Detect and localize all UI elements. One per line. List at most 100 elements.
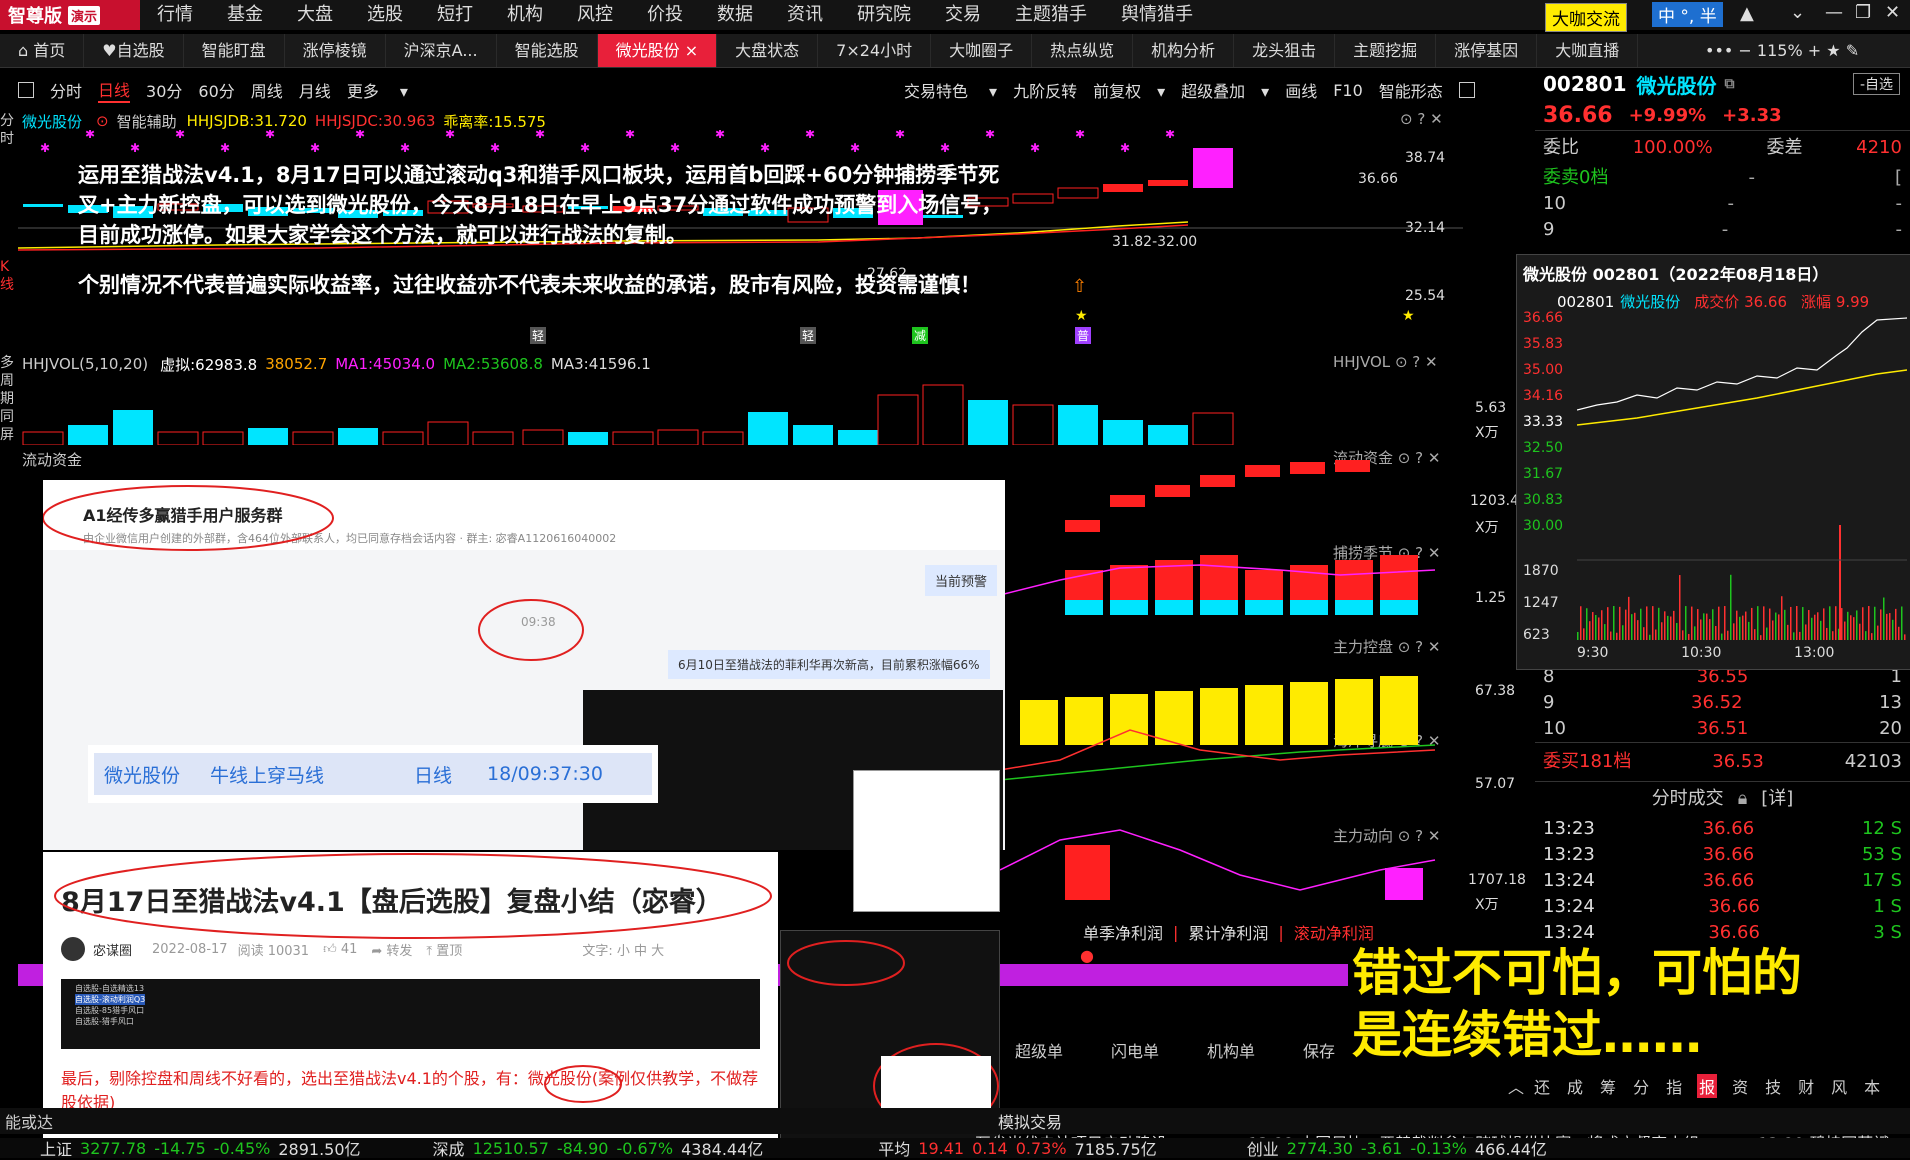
right-tab-1[interactable]: 成 — [1565, 1074, 1585, 1098]
tab-expert-live[interactable]: 大咖直播 — [1537, 34, 1639, 67]
close-panel-icon[interactable]: ✕ — [1425, 353, 1438, 371]
lock-icon[interactable]: 🔒︎ — [1738, 786, 1748, 812]
current-alert-button[interactable]: 当前预警 — [925, 565, 998, 596]
adjust-dropdown[interactable]: 前复权 ▾ — [1093, 78, 1165, 102]
ime-indicator[interactable]: 中 °, 半 — [1652, 2, 1723, 27]
right-tab-10[interactable]: 本 — [1862, 1074, 1882, 1098]
strip-zhou[interactable]: 周 — [0, 372, 14, 390]
menu-item-research[interactable]: 研究院 — [840, 0, 928, 30]
lock-icon[interactable]: ⧉ — [1725, 76, 1735, 92]
more-icon[interactable]: ••• — [1705, 41, 1733, 60]
popup-chart[interactable] — [1577, 310, 1907, 650]
menu-item-risk[interactable]: 风控 — [560, 0, 630, 30]
tab-hs-a[interactable]: 沪深京A... — [386, 34, 497, 67]
right-tab-8[interactable]: 财 — [1796, 1074, 1816, 1098]
pin-icon[interactable]: ✎ — [1846, 41, 1859, 60]
sub-panels-chart[interactable] — [1000, 450, 1440, 930]
panel-toggle-icon[interactable] — [1458, 82, 1475, 98]
expert-exchange-button[interactable]: 大咖交流 — [1545, 3, 1627, 32]
trade-feature-dropdown[interactable]: 交易特色 ▾ — [904, 78, 997, 102]
chevron-down-icon[interactable]: ⌄ — [1790, 2, 1805, 23]
strip-duo[interactable]: 多 — [0, 354, 14, 372]
strip-k[interactable]: K — [0, 258, 14, 276]
menu-item-fund[interactable]: 基金 — [210, 0, 280, 30]
tab-smart-select[interactable]: 智能选股 — [497, 34, 598, 67]
tab-quarter-profit[interactable]: 单季净利润 — [1083, 920, 1163, 944]
menu-item-market[interactable]: 大盘 — [280, 0, 350, 30]
volume-chart[interactable] — [18, 370, 1438, 445]
sh-label[interactable]: 上证 — [40, 1136, 72, 1160]
draw-line-button[interactable]: 画线 — [1285, 78, 1317, 102]
strip-ping[interactable]: 屏 — [0, 426, 14, 444]
tab-institution-order[interactable]: 机构单 — [1207, 1038, 1255, 1062]
tab-weiguang[interactable]: 微光股份 × — [597, 34, 718, 67]
tab-limit-up-prism[interactable]: 涨停棱镜 — [285, 34, 386, 67]
tab-flash-order[interactable]: 闪电单 — [1111, 1038, 1159, 1062]
alert-row[interactable]: 微光股份 牛线上穿马线 日线 18/09:37:30 — [94, 753, 652, 795]
sz-label[interactable]: 深成 — [433, 1136, 465, 1160]
menu-item-trade[interactable]: 交易 — [928, 0, 998, 30]
period-30min[interactable]: 30分 — [146, 78, 182, 102]
strip-fen[interactable]: 分 — [0, 112, 14, 130]
layout-icon[interactable] — [18, 82, 34, 98]
star-icon[interactable]: ★ — [1826, 41, 1840, 60]
menu-item-data[interactable]: 数据 — [700, 0, 770, 30]
period-monthly[interactable]: 月线 — [299, 78, 331, 102]
help-icon[interactable]: ? — [1412, 353, 1420, 371]
right-tab-9[interactable]: 风 — [1829, 1074, 1849, 1098]
strip-shi[interactable]: 时 — [0, 130, 14, 148]
tab-close-icon[interactable]: × — [685, 41, 698, 60]
menu-item-select[interactable]: 选股 — [350, 0, 420, 30]
tab-7x24[interactable]: 7×24小时 — [818, 34, 932, 67]
tick-detail-link[interactable]: [详] — [1761, 786, 1793, 812]
menu-item-institution[interactable]: 机构 — [490, 0, 560, 30]
help-icon[interactable]: ? — [1417, 110, 1425, 128]
period-more[interactable]: 更多 ▾ — [347, 78, 408, 102]
minimize-icon[interactable]: — — [1825, 2, 1843, 23]
tab-rolling-profit[interactable]: 滚动净利润 — [1294, 920, 1374, 944]
smart-pattern-button[interactable]: 智能形态 — [1379, 78, 1443, 102]
tab-institution-analysis[interactable]: 机构分析 — [1133, 34, 1235, 67]
menu-item-value[interactable]: 价投 — [630, 0, 700, 30]
tab-watchlist[interactable]: ♥自选股 — [84, 34, 184, 67]
strip-tong[interactable]: 同 — [0, 408, 14, 426]
cy-label[interactable]: 创业 — [1247, 1136, 1279, 1160]
avg-label[interactable]: 平均 — [878, 1136, 910, 1160]
tab-limit-gene[interactable]: 涨停基因 — [1436, 34, 1538, 67]
period-weekly[interactable]: 周线 — [251, 78, 283, 102]
menu-item-theme-hunter[interactable]: 主题猎手 — [998, 0, 1104, 30]
strip-xian[interactable]: 线 — [0, 276, 14, 294]
tab-market-state[interactable]: 大盘状态 — [717, 34, 819, 67]
tab-expert-circle[interactable]: 大咖圈子 — [931, 34, 1033, 67]
overlay-dropdown[interactable]: 超级叠加 ▾ — [1181, 78, 1269, 102]
settings-icon[interactable]: ⊙ — [1400, 110, 1413, 128]
nine-reversal-button[interactable]: 九阶反转 — [1013, 78, 1077, 102]
restore-icon[interactable]: ❐ — [1855, 2, 1871, 23]
settings-icon[interactable]: ⊙ — [1395, 353, 1408, 371]
close-panel-icon[interactable]: ✕ — [1430, 110, 1443, 128]
strip-qi[interactable]: 期 — [0, 390, 14, 408]
app-logo[interactable]: 智尊版 演示 — [0, 0, 140, 30]
period-fenshi[interactable]: 分时 — [50, 78, 82, 102]
menu-item-sentiment-hunter[interactable]: 舆情猎手 — [1104, 0, 1210, 30]
right-tab-5[interactable]: 报 — [1697, 1074, 1718, 1098]
tab-smart-watch[interactable]: 智能盯盘 — [184, 34, 285, 67]
zoom-out-icon[interactable]: − — [1738, 41, 1757, 60]
menu-item-short[interactable]: 短打 — [420, 0, 490, 30]
zoom-in-icon[interactable]: + — [1808, 41, 1827, 60]
right-tab-2[interactable]: 筹 — [1598, 1074, 1618, 1098]
right-tab-4[interactable]: 指 — [1664, 1074, 1684, 1098]
period-daily[interactable]: 日线 — [98, 77, 131, 103]
menu-item-news[interactable]: 资讯 — [770, 0, 840, 30]
right-tab-3[interactable]: 分 — [1631, 1074, 1651, 1098]
collapse-icon[interactable]: ︿ — [1508, 1074, 1524, 1098]
period-60min[interactable]: 60分 — [198, 78, 234, 102]
tab-hot-overview[interactable]: 热点纵览 — [1032, 34, 1134, 67]
tab-cumulative-profit[interactable]: 累计净利润 — [1188, 920, 1268, 944]
right-tab-0[interactable]: 还 — [1532, 1074, 1552, 1098]
tab-save[interactable]: 保存 — [1303, 1038, 1335, 1062]
menu-item-quotes[interactable]: 行情 — [140, 0, 210, 30]
close-icon[interactable]: ✕ — [1885, 2, 1900, 23]
tab-home[interactable]: ⌂ 首页 — [0, 34, 85, 67]
remove-watch-button[interactable]: -自选 — [1852, 73, 1900, 95]
